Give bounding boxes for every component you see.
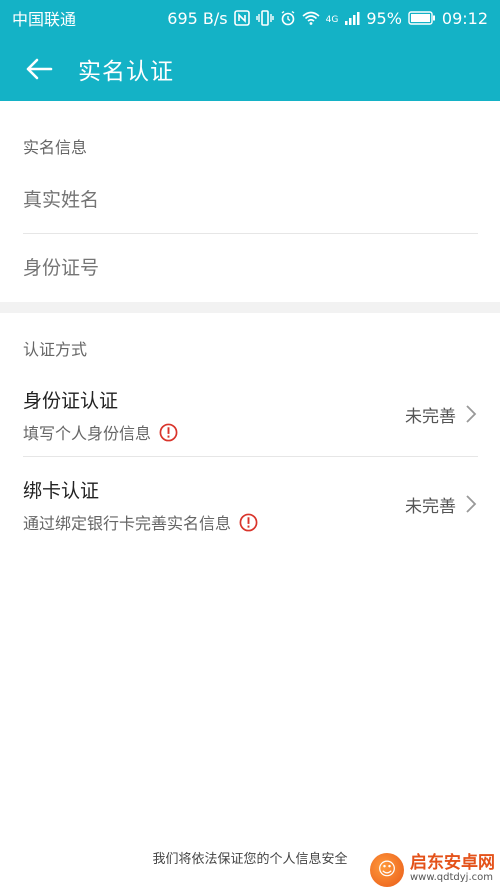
chevron-right-icon — [466, 405, 477, 423]
method-status: 未完善 — [405, 497, 456, 517]
method-title: 绑卡认证 — [23, 480, 100, 502]
watermark-url: www.qdtdyj.com — [410, 872, 493, 884]
real-name-section-label: 实名信息 — [23, 138, 88, 157]
chevron-right-icon — [466, 495, 477, 513]
battery-icon — [408, 11, 435, 25]
wifi-icon — [302, 11, 320, 25]
method-description-text: 通过绑定银行卡完善实名信息 — [23, 514, 232, 533]
section-separator — [0, 302, 500, 313]
app-header: 中国联通 695 B/s 4G 95% 09:12 实名认证 — [0, 0, 500, 101]
method-description-text: 填写个人身份信息 — [23, 424, 152, 443]
method-status: 未完善 — [405, 407, 456, 427]
alarm-icon — [281, 10, 295, 26]
nfc-icon — [233, 10, 250, 26]
network-type-label: 4G — [325, 14, 339, 25]
site-watermark: ☺ 启东安卓网 www.qdtdyj.com — [370, 850, 500, 889]
signal-icon — [345, 12, 360, 25]
id-number-input[interactable] — [23, 238, 478, 300]
back-arrow-icon — [26, 58, 53, 79]
title-bar: 实名认证 — [0, 36, 500, 101]
battery-percent: 95% — [366, 8, 402, 28]
page-title: 实名认证 — [78, 58, 174, 85]
method-description: 填写个人身份信息 — [23, 420, 178, 444]
back-button[interactable] — [9, 39, 69, 99]
network-speed: 695 B/s — [167, 8, 228, 28]
clock: 09:12 — [441, 8, 488, 28]
bank-card-auth-item[interactable]: 绑卡认证 通过绑定银行卡完善实名信息 未完善 — [0, 460, 500, 546]
carrier-label: 中国联通 — [12, 10, 77, 29]
watermark-title: 启东安卓网 — [410, 853, 495, 874]
divider — [23, 456, 478, 457]
vibrate-icon — [255, 10, 274, 26]
method-description: 通过绑定银行卡完善实名信息 — [23, 510, 258, 534]
method-title: 身份证认证 — [23, 390, 119, 412]
id-card-auth-item[interactable]: 身份证认证 填写个人身份信息 未完善 — [0, 370, 500, 456]
divider — [23, 233, 478, 234]
warning-icon — [239, 513, 258, 531]
real-name-input[interactable] — [23, 170, 478, 232]
warning-icon — [159, 423, 178, 441]
status-bar: 中国联通 695 B/s 4G 95% 09:12 — [0, 0, 500, 36]
auth-methods-section-label: 认证方式 — [23, 340, 88, 359]
watermark-logo-icon: ☺ — [370, 852, 404, 887]
